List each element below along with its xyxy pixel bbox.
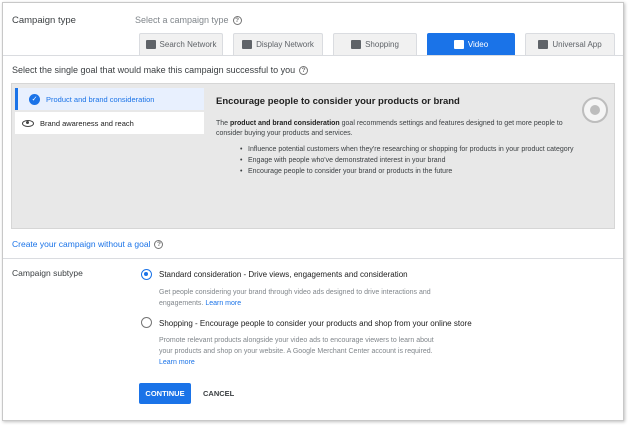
subtype-shopping-title: Shopping - Encourage people to consider … [159,319,472,328]
bullet-item: Encourage people to consider your brand … [240,167,580,177]
universal-app-icon [538,40,549,49]
campaign-type-tabs: Search Network Display Network Shopping … [139,33,615,55]
tab-label: Video [467,40,489,49]
learn-more-link[interactable]: Learn more [205,300,241,307]
subtype-shopping-desc: Promote relevant products alongside your… [159,335,449,368]
help-icon[interactable]: ? [232,16,242,25]
tab-shopping[interactable]: Shopping [333,33,417,55]
eye-icon [22,119,34,127]
divider [3,55,623,56]
campaign-type-label: Campaign type [12,15,76,26]
goal-detail-bullets: Influence potential customers when they'… [240,145,580,178]
subtype-standard-title: Standard consideration - Drive views, en… [159,270,408,279]
learn-more-link[interactable]: Learn more [159,359,195,366]
tab-label: Display Network [256,40,314,49]
campaign-type-hint: Select a campaign type? [135,15,242,25]
campaign-setup-panel: Campaign type Select a campaign type? Se… [2,2,624,421]
tab-search-network[interactable]: Search Network [139,33,223,55]
goal-option-label: Product and brand consideration [46,94,155,104]
tab-video[interactable]: Video [427,33,515,55]
check-circle-icon: ✓ [29,93,40,105]
bullet-item: Engage with people who've demonstrated i… [240,156,580,166]
subtype-standard-desc-text: Get people considering your brand throug… [159,289,431,307]
continue-button[interactable]: CONTINUE [139,383,191,404]
subtype-shopping-desc-text: Promote relevant products alongside your… [159,337,434,355]
no-goal-link-row: Create your campaign without a goal? [12,239,164,249]
goal-option-brand-awareness[interactable]: Brand awareness and reach [15,112,204,134]
goal-detail-title: Encourage people to consider your produc… [216,96,460,107]
search-network-icon [145,40,156,49]
goal-detail-body-bold: product and brand consideration [230,120,340,127]
subtype-standard-radio[interactable] [141,269,152,280]
goal-option-product-brand-consideration[interactable]: ✓ Product and brand consideration [15,88,204,110]
tab-label: Universal App [552,40,602,49]
display-network-icon [242,40,253,49]
campaign-type-hint-text: Select a campaign type [135,15,229,25]
subtype-shopping-radio[interactable] [141,317,152,328]
help-icon[interactable]: ? [299,66,309,75]
help-icon[interactable]: ? [154,240,164,249]
shopping-icon [351,40,362,49]
campaign-subtype-label: Campaign subtype [12,268,83,278]
play-video-icon[interactable] [582,97,608,123]
goal-option-label: Brand awareness and reach [40,118,134,128]
subtype-standard-desc: Get people considering your brand throug… [159,287,449,309]
tab-label: Shopping [365,40,399,49]
bullet-item: Influence potential customers when they'… [240,145,580,155]
tab-label: Search Network [159,40,217,49]
create-without-goal-link[interactable]: Create your campaign without a goal [12,239,150,249]
goal-question-text: Select the single goal that would make t… [12,65,296,75]
video-icon [453,40,464,49]
tab-display-network[interactable]: Display Network [233,33,323,55]
cancel-button[interactable]: CANCEL [203,383,234,404]
goal-question: Select the single goal that would make t… [12,65,309,75]
goal-panel: ✓ Product and brand consideration Brand … [11,83,615,229]
goal-detail-body-prefix: The [216,120,231,127]
goal-detail-body: The product and brand consideration goal… [216,119,588,139]
divider [3,258,623,259]
tab-universal-app[interactable]: Universal App [525,33,615,55]
